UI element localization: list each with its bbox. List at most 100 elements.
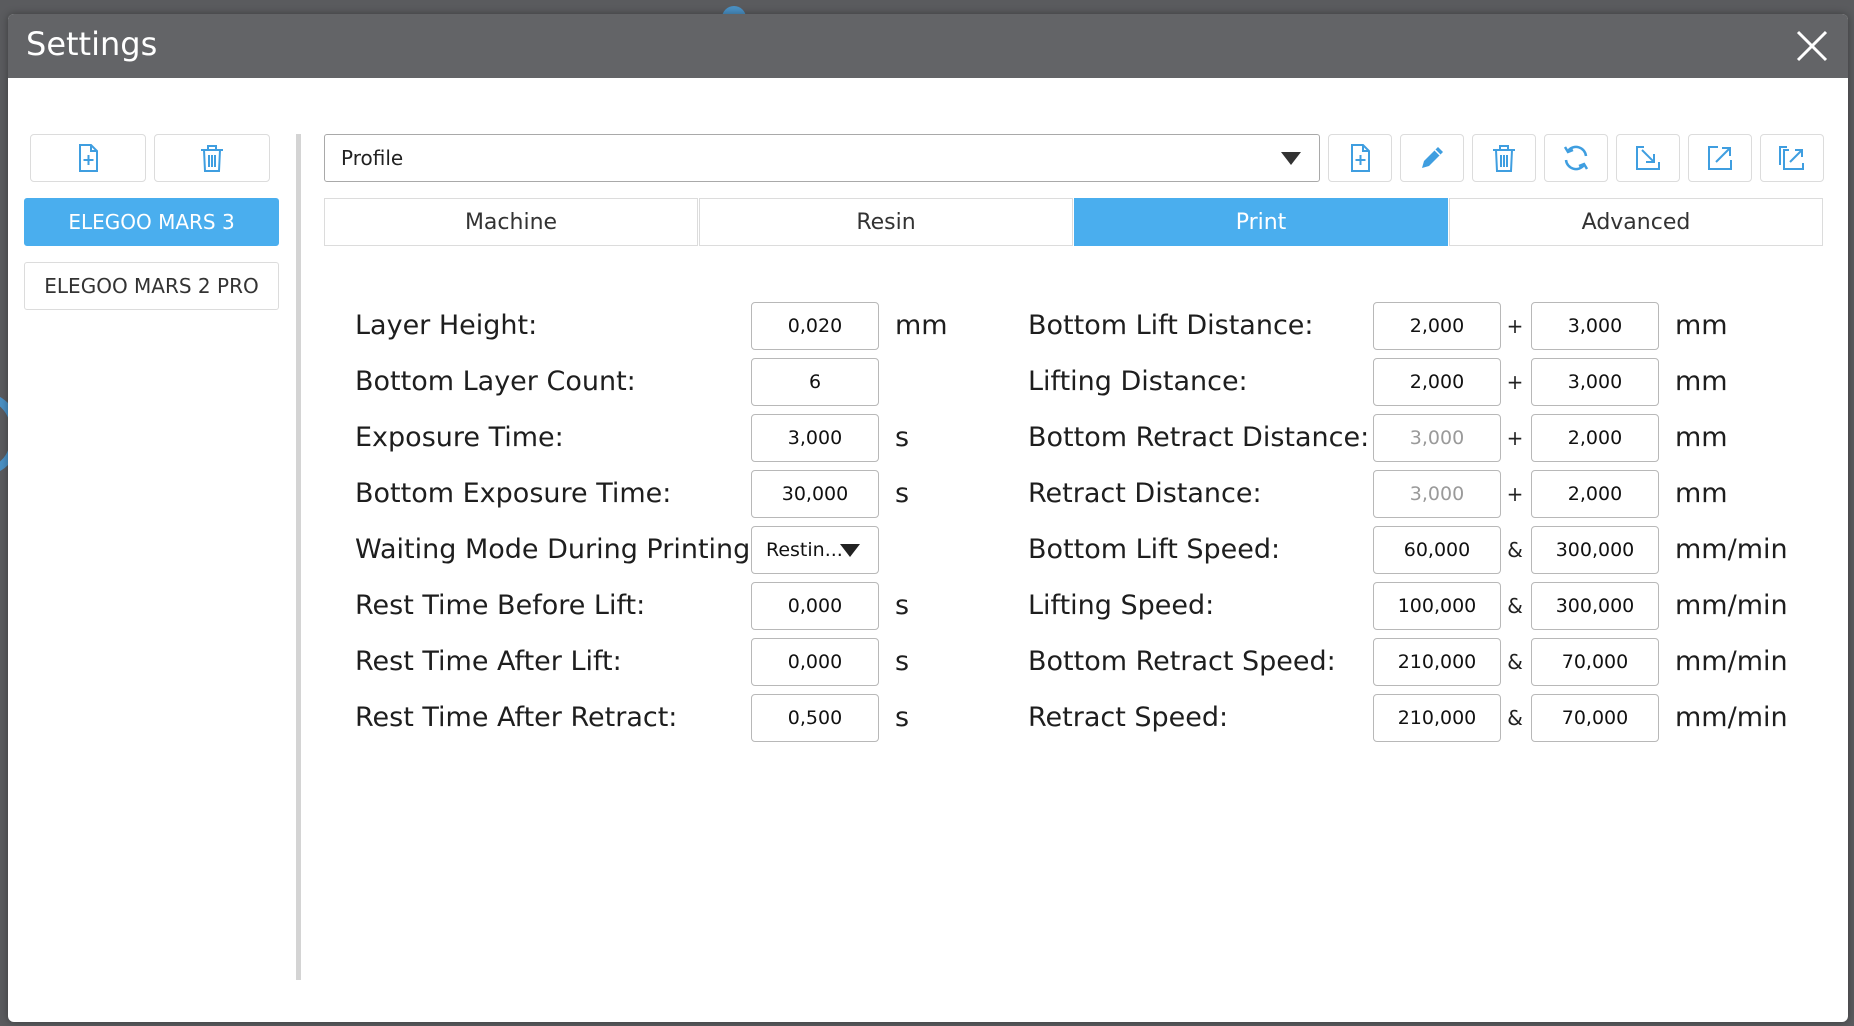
delete-printer-button[interactable] (154, 134, 270, 182)
import-profile-button[interactable] (1616, 134, 1680, 182)
retract-distance-input-1 (1373, 470, 1501, 518)
retract-distance-unit: mm (1675, 478, 1728, 509)
lifting-distance-input-1[interactable] (1373, 358, 1501, 406)
export-all-profiles-button[interactable] (1760, 134, 1824, 182)
layer-height-unit: mm (895, 310, 948, 341)
trash-icon (201, 145, 223, 172)
bottom-lift-distance-label: Bottom Lift Distance: (1028, 310, 1314, 341)
lifting-speed-unit: mm/min (1675, 590, 1788, 621)
exposure-time-label: Exposure Time: (355, 422, 564, 453)
lifting-speed-operator: & (1507, 594, 1523, 618)
lifting-distance-label: Lifting Distance: (1028, 366, 1248, 397)
tab-advanced[interactable]: Advanced (1449, 198, 1823, 246)
lifting-speed-label: Lifting Speed: (1028, 590, 1215, 621)
bottom-retract-speed-operator: & (1507, 650, 1523, 674)
bottom-layer-count-label: Bottom Layer Count: (355, 366, 636, 397)
tab-label: Print (1235, 209, 1287, 235)
close-button[interactable] (1792, 26, 1832, 66)
lifting-distance-operator: + (1506, 370, 1524, 394)
rest-time-after-retract-label: Rest Time After Retract: (355, 702, 678, 733)
settings-dialog: Settings ELEGOO MARS 3 ELEGOO MARS 2 PRO… (8, 14, 1848, 1022)
tab-print[interactable]: Print (1074, 198, 1448, 246)
refresh-profile-button[interactable] (1544, 134, 1608, 182)
bottom-lift-speed-operator: & (1507, 538, 1523, 562)
bottom-exposure-time-input[interactable] (751, 470, 879, 518)
bottom-retract-distance-operator: + (1506, 426, 1524, 450)
bottom-retract-speed-unit: mm/min (1675, 646, 1788, 677)
rest-time-before-lift-input[interactable] (751, 582, 879, 630)
rest-time-after-lift-unit: s (895, 646, 910, 677)
tab-label: Machine (464, 209, 558, 235)
rest-time-before-lift-unit: s (895, 590, 910, 621)
chevron-down-icon (840, 544, 860, 557)
panel-divider (296, 134, 301, 980)
retract-speed-input-1[interactable] (1373, 694, 1501, 742)
waiting-mode-value: Restin... (766, 539, 843, 561)
waiting-mode-dropdown[interactable]: Restin... (751, 526, 879, 574)
waiting-mode-label: Waiting Mode During Printing: (355, 534, 760, 565)
bottom-retract-distance-input-1 (1373, 414, 1501, 462)
bottom-lift-distance-input-2[interactable] (1531, 302, 1659, 350)
bottom-lift-speed-label: Bottom Lift Speed: (1028, 534, 1281, 565)
chevron-down-icon (1281, 152, 1301, 165)
refresh-icon (1563, 145, 1589, 171)
add-printer-button[interactable] (30, 134, 146, 182)
layer-height-label: Layer Height: (355, 310, 538, 341)
retract-distance-operator: + (1506, 482, 1524, 506)
add-file-icon (79, 144, 98, 172)
rest-time-after-retract-unit: s (895, 702, 910, 733)
layer-height-input[interactable] (751, 302, 879, 350)
edit-profile-button[interactable] (1400, 134, 1464, 182)
bottom-retract-distance-unit: mm (1675, 422, 1728, 453)
bottom-lift-distance-unit: mm (1675, 310, 1728, 341)
bottom-lift-distance-input-1[interactable] (1373, 302, 1501, 350)
bottom-lift-speed-unit: mm/min (1675, 534, 1788, 565)
retract-speed-label: Retract Speed: (1028, 702, 1229, 733)
tab-label: Resin (856, 209, 916, 235)
lifting-distance-input-2[interactable] (1531, 358, 1659, 406)
retract-speed-unit: mm/min (1675, 702, 1788, 733)
tab-label: Advanced (1581, 209, 1691, 235)
bottom-lift-speed-input-2[interactable] (1531, 526, 1659, 574)
printer-item-label: ELEGOO MARS 3 (68, 210, 235, 234)
bottom-retract-distance-input-2[interactable] (1531, 414, 1659, 462)
bottom-lift-distance-operator: + (1506, 314, 1524, 338)
bottom-lift-speed-input-1[interactable] (1373, 526, 1501, 574)
bottom-retract-speed-input-2[interactable] (1531, 638, 1659, 686)
lifting-speed-input-2[interactable] (1531, 582, 1659, 630)
export-profile-button[interactable] (1688, 134, 1752, 182)
rest-time-after-lift-input[interactable] (751, 638, 879, 686)
lifting-speed-input-1[interactable] (1373, 582, 1501, 630)
bottom-retract-distance-label: Bottom Retract Distance: (1028, 422, 1370, 453)
exposure-time-input[interactable] (751, 414, 879, 462)
retract-distance-label: Retract Distance: (1028, 478, 1262, 509)
new-profile-button[interactable] (1328, 134, 1392, 182)
delete-profile-button[interactable] (1472, 134, 1536, 182)
printer-item-elegoo-mars-3[interactable]: ELEGOO MARS 3 (24, 198, 279, 246)
retract-speed-input-2[interactable] (1531, 694, 1659, 742)
lifting-distance-unit: mm (1675, 366, 1728, 397)
export-multiple-icon (1779, 146, 1804, 170)
add-file-icon (1351, 144, 1370, 172)
title-bar: Settings (8, 14, 1848, 78)
bottom-retract-speed-label: Bottom Retract Speed: (1028, 646, 1336, 677)
export-icon (1708, 146, 1732, 170)
rest-time-after-retract-input[interactable] (751, 694, 879, 742)
tab-resin[interactable]: Resin (699, 198, 1073, 246)
printer-item-elegoo-mars-2-pro[interactable]: ELEGOO MARS 2 PRO (24, 262, 279, 310)
bottom-exposure-time-unit: s (895, 478, 910, 509)
bottom-exposure-time-label: Bottom Exposure Time: (355, 478, 672, 509)
close-icon (1796, 30, 1828, 62)
bottom-retract-speed-input-1[interactable] (1373, 638, 1501, 686)
printer-item-label: ELEGOO MARS 2 PRO (44, 274, 259, 298)
bottom-layer-count-input[interactable] (751, 358, 879, 406)
retract-speed-operator: & (1507, 706, 1523, 730)
trash-icon (1493, 145, 1515, 172)
rest-time-after-lift-label: Rest Time After Lift: (355, 646, 622, 677)
window-title: Settings (26, 25, 158, 63)
profile-selected-value: Profile (341, 146, 404, 170)
pencil-icon (1422, 147, 1443, 168)
tab-machine[interactable]: Machine (324, 198, 698, 246)
retract-distance-input-2[interactable] (1531, 470, 1659, 518)
profile-dropdown[interactable]: Profile (324, 134, 1320, 182)
